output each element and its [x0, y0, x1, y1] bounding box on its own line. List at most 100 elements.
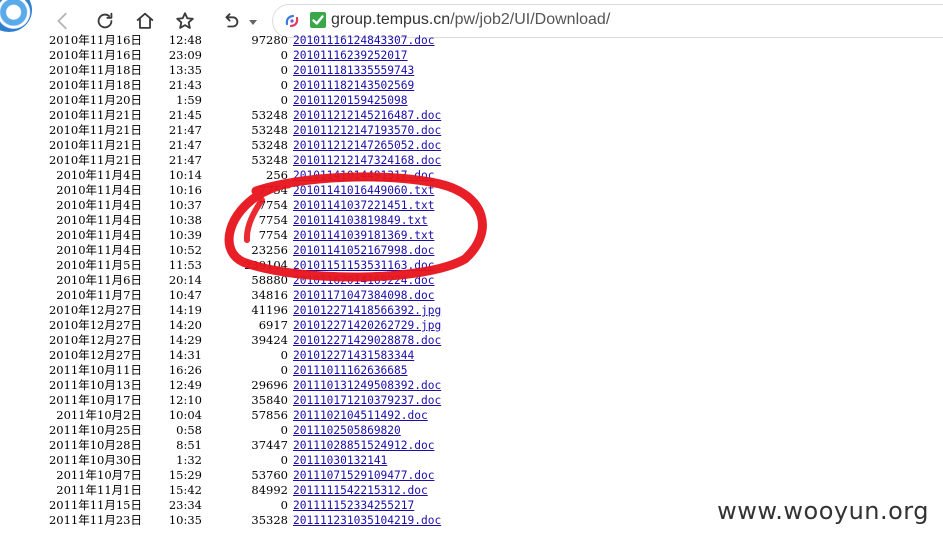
file-link[interactable]: 20101116239252017 — [293, 48, 408, 63]
file-link[interactable]: 20101141039181369.txt — [293, 228, 434, 243]
listing-row: 2010年11月16日 23:09 0 20101116239252017 — [0, 48, 943, 63]
file-size: 0 — [280, 498, 288, 512]
watermark: www.wooyun.org — [713, 497, 933, 525]
file-date: 2011年10月30日 — [48, 453, 142, 467]
file-date: 2010年11月7日 — [56, 288, 142, 302]
file-link[interactable]: 201111152334255217 — [293, 498, 414, 513]
listing-row: 2011年10月7日 15:29 53760 20111071529109477.do… — [0, 468, 943, 483]
file-time: 12:10 — [168, 393, 202, 407]
directory-listing: 2010年11月16日 12:48 97280 20101116124843307.d… — [0, 30, 943, 539]
file-link[interactable]: 20101171047384098.doc — [293, 288, 434, 303]
listing-row: 2010年11月21日 21:47 53248 201011212147324168.… — [0, 153, 943, 168]
listing-row: 2010年11月4日 10:37 7754 20101141037221451.txt — [0, 198, 943, 213]
file-time: 8:51 — [176, 438, 202, 452]
listing-row: 2011年10月11日 16:26 0 20111011162636685 — [0, 363, 943, 378]
file-link[interactable]: 20101141014491317.doc — [293, 168, 434, 183]
file-date: 2010年12月27日 — [48, 333, 142, 347]
listing-row: 2011年10月2日 10:04 57856 2011102104511492.doc — [0, 408, 943, 423]
page-favicon-icon — [284, 13, 300, 29]
file-time: 11:53 — [168, 258, 202, 272]
file-link[interactable]: 20111030132141 — [293, 453, 387, 468]
file-link[interactable]: 20111011162636685 — [293, 363, 408, 378]
listing-row: 2011年10月13日 12:49 29696 201110131249508392.… — [0, 378, 943, 393]
file-link[interactable]: 20101141016449060.txt — [293, 183, 434, 198]
arrow-left-icon — [57, 12, 67, 30]
listing-row: 2010年11月4日 10:39 7754 20101141039181369.txt — [0, 228, 943, 243]
file-size: 6917 — [258, 318, 288, 332]
file-link[interactable]: 201012271418566392.jpg — [293, 303, 441, 318]
star-icon — [176, 12, 194, 29]
listing-row: 2010年11月20日 1:59 0 20101120159425098 — [0, 93, 943, 108]
file-link[interactable]: 201011212147324168.doc — [293, 153, 441, 168]
file-time: 14:19 — [168, 303, 202, 317]
file-date: 2010年11月4日 — [56, 228, 142, 242]
file-date: 2010年11月16日 — [48, 33, 142, 47]
file-link[interactable]: 201011182143502569 — [293, 78, 414, 93]
file-link[interactable]: 2010114103819849.txt — [293, 213, 428, 228]
file-time: 16:26 — [168, 363, 202, 377]
listing-row: 2010年12月27日 14:31 0 201012271431583344 — [0, 348, 943, 363]
file-date: 2011年10月7日 — [56, 468, 142, 482]
undo-dropdown[interactable] — [248, 14, 260, 26]
file-link[interactable]: 201011181335559743 — [293, 63, 414, 78]
file-link[interactable]: 2011102505869820 — [293, 423, 401, 438]
file-link[interactable]: 201110171210379237.doc — [293, 393, 441, 408]
file-link[interactable]: 2011102104511492.doc — [293, 408, 428, 423]
file-link[interactable]: 201012271431583344 — [293, 348, 414, 363]
file-size: 0 — [280, 423, 288, 437]
file-link[interactable]: 20101141037221451.txt — [293, 198, 434, 213]
file-size: 53248 — [251, 153, 288, 167]
file-link[interactable]: 20101162014169224.doc — [293, 273, 434, 288]
file-date: 2010年12月27日 — [48, 348, 142, 362]
file-link[interactable]: 20111071529109477.doc — [293, 468, 434, 483]
file-time: 10:04 — [168, 408, 202, 422]
file-time: 12:49 — [168, 378, 202, 392]
file-time: 23:34 — [168, 498, 202, 512]
file-link[interactable]: 201011212145216487.doc — [293, 108, 441, 123]
file-size: 53248 — [251, 108, 288, 122]
file-link[interactable]: 2011111542215312.doc — [293, 483, 428, 498]
file-date: 2011年10月17日 — [48, 393, 142, 407]
file-size: 53248 — [251, 123, 288, 137]
file-time: 10:16 — [168, 183, 202, 197]
file-link[interactable]: 201110131249508392.doc — [293, 378, 441, 393]
file-link[interactable]: 201111231035104219.doc — [293, 513, 441, 528]
file-size: 0 — [280, 48, 288, 62]
file-date: 2010年11月4日 — [56, 243, 142, 257]
url-host: group.tempus.cn — [331, 11, 451, 28]
file-date: 2010年11月21日 — [48, 153, 142, 167]
listing-row: 2011年10月25日 0:58 0 2011102505869820 — [0, 423, 943, 438]
file-link[interactable]: 20101151153531163.doc — [293, 258, 434, 273]
file-time: 10:14 — [168, 168, 202, 182]
listing-row: 2010年11月21日 21:45 53248 201011212145216487.… — [0, 108, 943, 123]
reload-icon — [97, 12, 113, 29]
file-link[interactable]: 20101120159425098 — [293, 93, 408, 108]
file-time: 14:29 — [168, 333, 202, 347]
listing-row: 2010年11月4日 10:52 23256 20101141052167998.do… — [0, 243, 943, 258]
file-size: 0 — [280, 363, 288, 377]
file-link[interactable]: 201012271429028878.doc — [293, 333, 441, 348]
file-size: 58880 — [251, 273, 288, 287]
listing-row: 2010年11月4日 10:16 7754 20101141016449060.txt — [0, 183, 943, 198]
file-time: 21:47 — [168, 123, 202, 137]
file-size: 0 — [280, 453, 288, 467]
file-link[interactable]: 20111028851524912.doc — [293, 438, 434, 453]
file-time: 0:58 — [176, 423, 202, 437]
file-link[interactable]: 201011212147193570.doc — [293, 123, 441, 138]
file-size: 7754 — [258, 228, 288, 242]
listing-row: 2011年10月30日 1:32 0 20111030132141 — [0, 453, 943, 468]
file-size: 84992 — [251, 483, 288, 497]
listing-row: 2010年11月4日 10:38 7754 2010114103819849.txt — [0, 213, 943, 228]
file-link[interactable]: 20101116124843307.doc — [293, 33, 434, 48]
file-link[interactable]: 201012271420262729.jpg — [293, 318, 441, 333]
file-link[interactable]: 20101141052167998.doc — [293, 243, 434, 258]
listing-row: 2010年11月16日 12:48 97280 20101116124843307.d… — [0, 33, 943, 48]
listing-row: 2010年11月18日 21:43 0 201011182143502569 — [0, 78, 943, 93]
file-link[interactable]: 201011212147265052.doc — [293, 138, 441, 153]
file-date: 2010年11月20日 — [48, 93, 142, 107]
file-date: 2010年11月4日 — [56, 198, 142, 212]
file-size: 34816 — [251, 288, 288, 302]
file-size: 53248 — [251, 138, 288, 152]
file-size: 41196 — [251, 303, 288, 317]
home-icon — [136, 12, 154, 29]
